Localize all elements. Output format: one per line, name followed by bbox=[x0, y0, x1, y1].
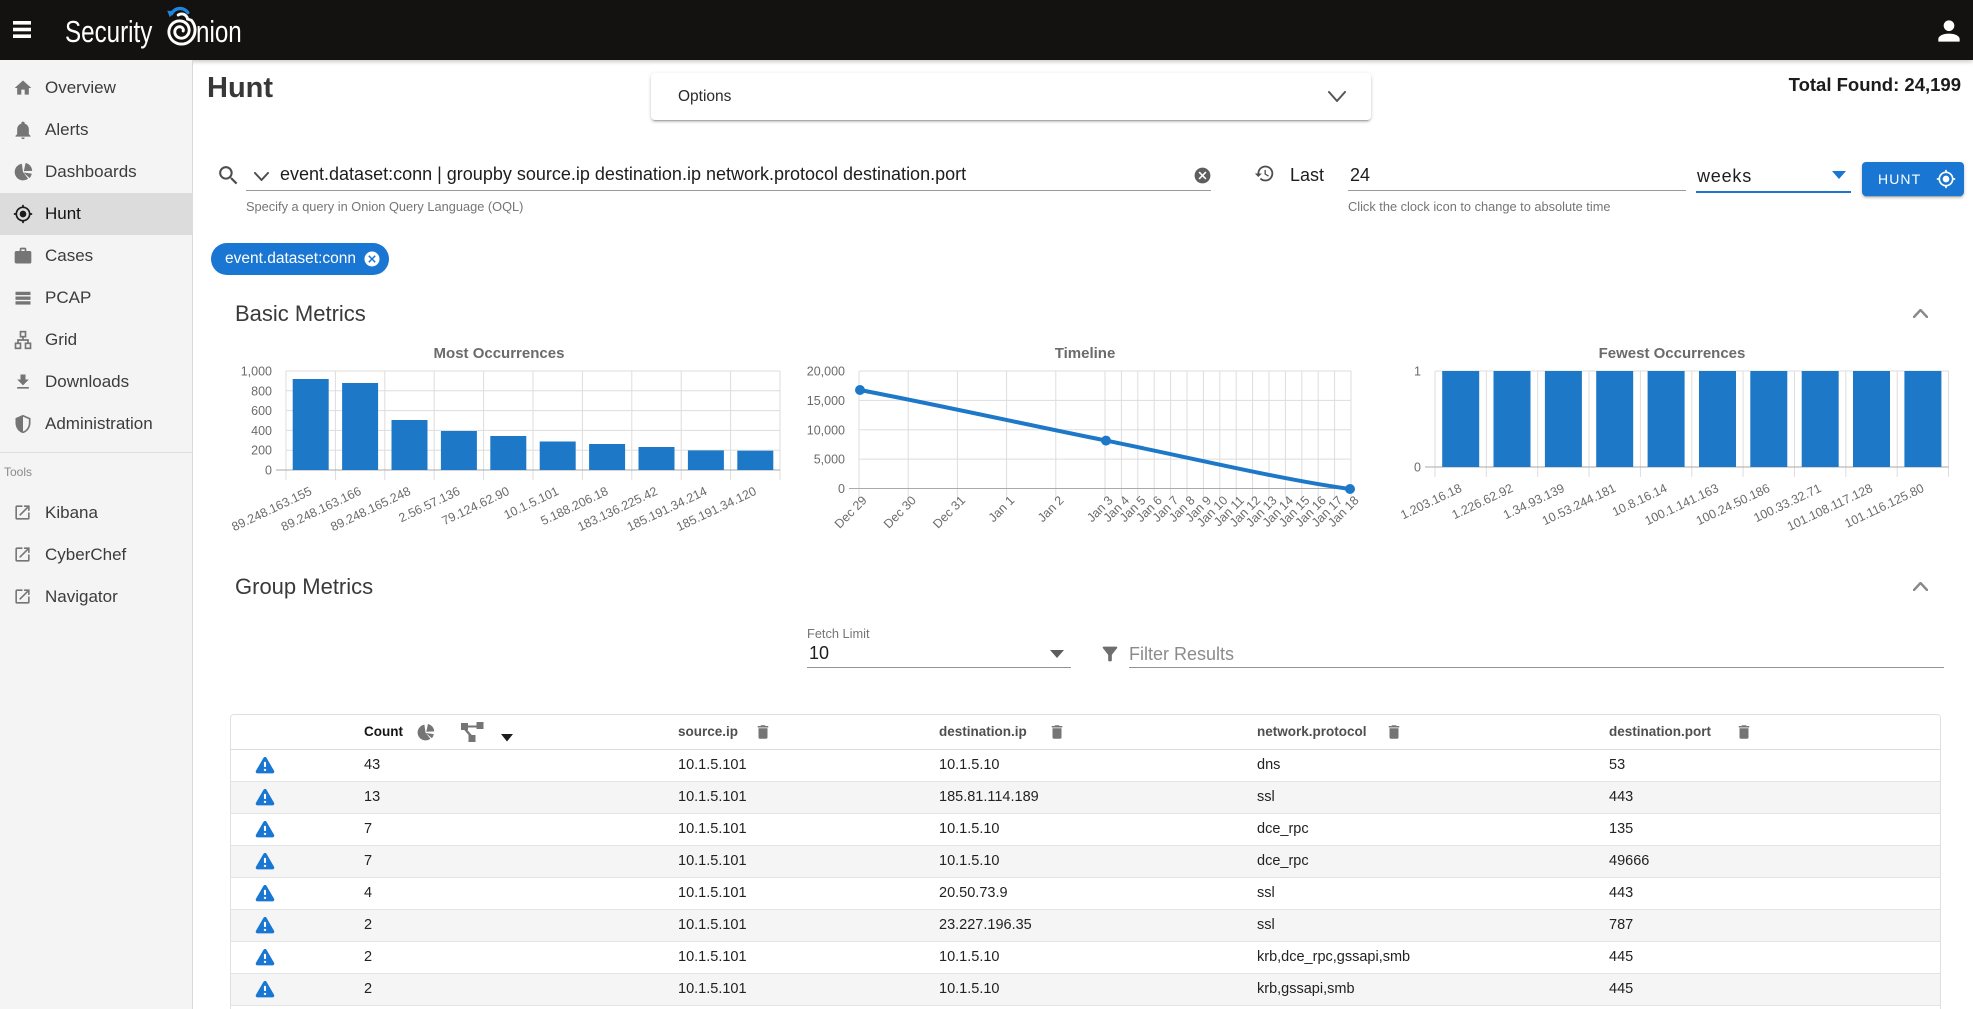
svg-text:800: 800 bbox=[251, 384, 272, 398]
svg-text:5,000: 5,000 bbox=[814, 453, 845, 467]
svg-text:200: 200 bbox=[251, 444, 272, 458]
svg-text:20,000: 20,000 bbox=[807, 365, 845, 379]
svg-text:Timeline: Timeline bbox=[1055, 345, 1116, 362]
svg-text:Jan 1: Jan 1 bbox=[986, 493, 1018, 525]
svg-text:0: 0 bbox=[1414, 461, 1421, 475]
svg-text:Most Occurrences: Most Occurrences bbox=[434, 345, 565, 362]
svg-text:Dec 30: Dec 30 bbox=[881, 493, 919, 531]
svg-text:600: 600 bbox=[251, 404, 272, 418]
svg-text:0: 0 bbox=[838, 482, 845, 496]
svg-text:400: 400 bbox=[251, 424, 272, 438]
svg-text:15,000: 15,000 bbox=[807, 394, 845, 408]
svg-text:Fewest Occurrences: Fewest Occurrences bbox=[1599, 345, 1746, 362]
svg-text:1,000: 1,000 bbox=[241, 365, 272, 379]
svg-text:89.248.163.155: 89.248.163.155 bbox=[230, 484, 314, 534]
svg-text:0: 0 bbox=[265, 464, 272, 478]
svg-text:Jan 2: Jan 2 bbox=[1035, 493, 1067, 525]
svg-text:1: 1 bbox=[1414, 365, 1421, 379]
svg-text:10,000: 10,000 bbox=[807, 423, 845, 437]
svg-text:Dec 31: Dec 31 bbox=[930, 493, 968, 531]
svg-text:101.108.117.128: 101.108.117.128 bbox=[1785, 481, 1875, 534]
svg-text:Dec 29: Dec 29 bbox=[832, 493, 870, 531]
